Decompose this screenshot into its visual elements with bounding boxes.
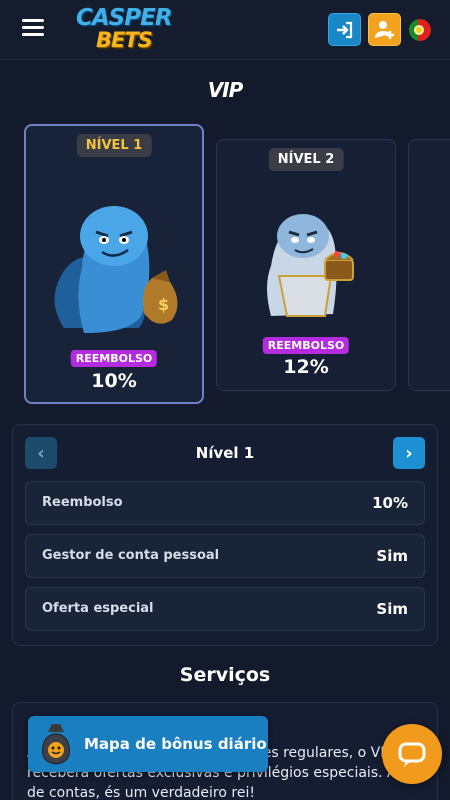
benefit-row-special-offer: Oferta especial Sim	[25, 587, 425, 631]
ghost-moneybag-mascot-icon: $	[54, 206, 178, 333]
benefit-label: Gestor de conta pessoal	[42, 548, 220, 563]
daily-bonus-map-button[interactable]: Mapa de bônus diário	[28, 716, 268, 772]
register-button[interactable]	[368, 13, 401, 46]
benefit-value: Sim	[376, 600, 408, 618]
vip-level-card-2[interactable]: NÍVEL 2 REEMBOLSO 12%	[216, 139, 396, 391]
ghost-treasure-mascot-icon	[267, 214, 354, 317]
menu-icon[interactable]	[22, 19, 44, 39]
login-button[interactable]	[328, 13, 361, 46]
cashback-label: REEMBOLSO	[262, 337, 350, 354]
live-chat-button[interactable]	[382, 724, 442, 784]
register-icon	[374, 20, 394, 39]
benefit-label: Oferta especial	[42, 601, 154, 616]
vip-level-card-3[interactable]	[408, 139, 450, 391]
casper-bets-logo[interactable]: CASPER BETS	[76, 5, 173, 53]
page-title: VIP	[207, 78, 244, 102]
cashback-value: 10%	[91, 370, 137, 392]
cashback-value: 12%	[283, 356, 329, 378]
top-header: CASPER BETS	[0, 0, 450, 60]
money-bag-icon	[42, 724, 70, 765]
chat-bubble-icon	[398, 742, 426, 767]
benefit-value: Sim	[376, 547, 408, 565]
portugal-flag-icon[interactable]	[409, 19, 431, 41]
chevron-right-icon: ›	[405, 442, 413, 464]
daily-bonus-map-label: Mapa de bônus diário	[84, 735, 267, 753]
services-title: Serviços	[179, 664, 271, 686]
next-level-button[interactable]: ›	[393, 437, 425, 469]
vip-level-card-1[interactable]: NÍVEL 1 $ REEMBOLSO 10%	[24, 124, 204, 404]
svg-text:$: $	[158, 295, 169, 314]
level-detail-title: Nível 1	[195, 444, 255, 462]
level-badge: NÍVEL 2	[268, 148, 344, 171]
cashback-label: REEMBOLSO	[70, 350, 158, 367]
logo-text-bets: BETS	[96, 28, 153, 52]
level-detail-panel: ‹ Nível 1 › Reembolso 10% Gestor de cont…	[12, 424, 438, 646]
login-icon	[336, 21, 352, 38]
benefit-label: Reembolso	[42, 495, 123, 510]
benefit-row-cashback: Reembolso 10%	[25, 481, 425, 525]
benefit-row-account-manager: Gestor de conta pessoal Sim	[25, 534, 425, 578]
benefit-value: 10%	[372, 494, 408, 512]
level-badge: NÍVEL 1	[76, 134, 152, 157]
